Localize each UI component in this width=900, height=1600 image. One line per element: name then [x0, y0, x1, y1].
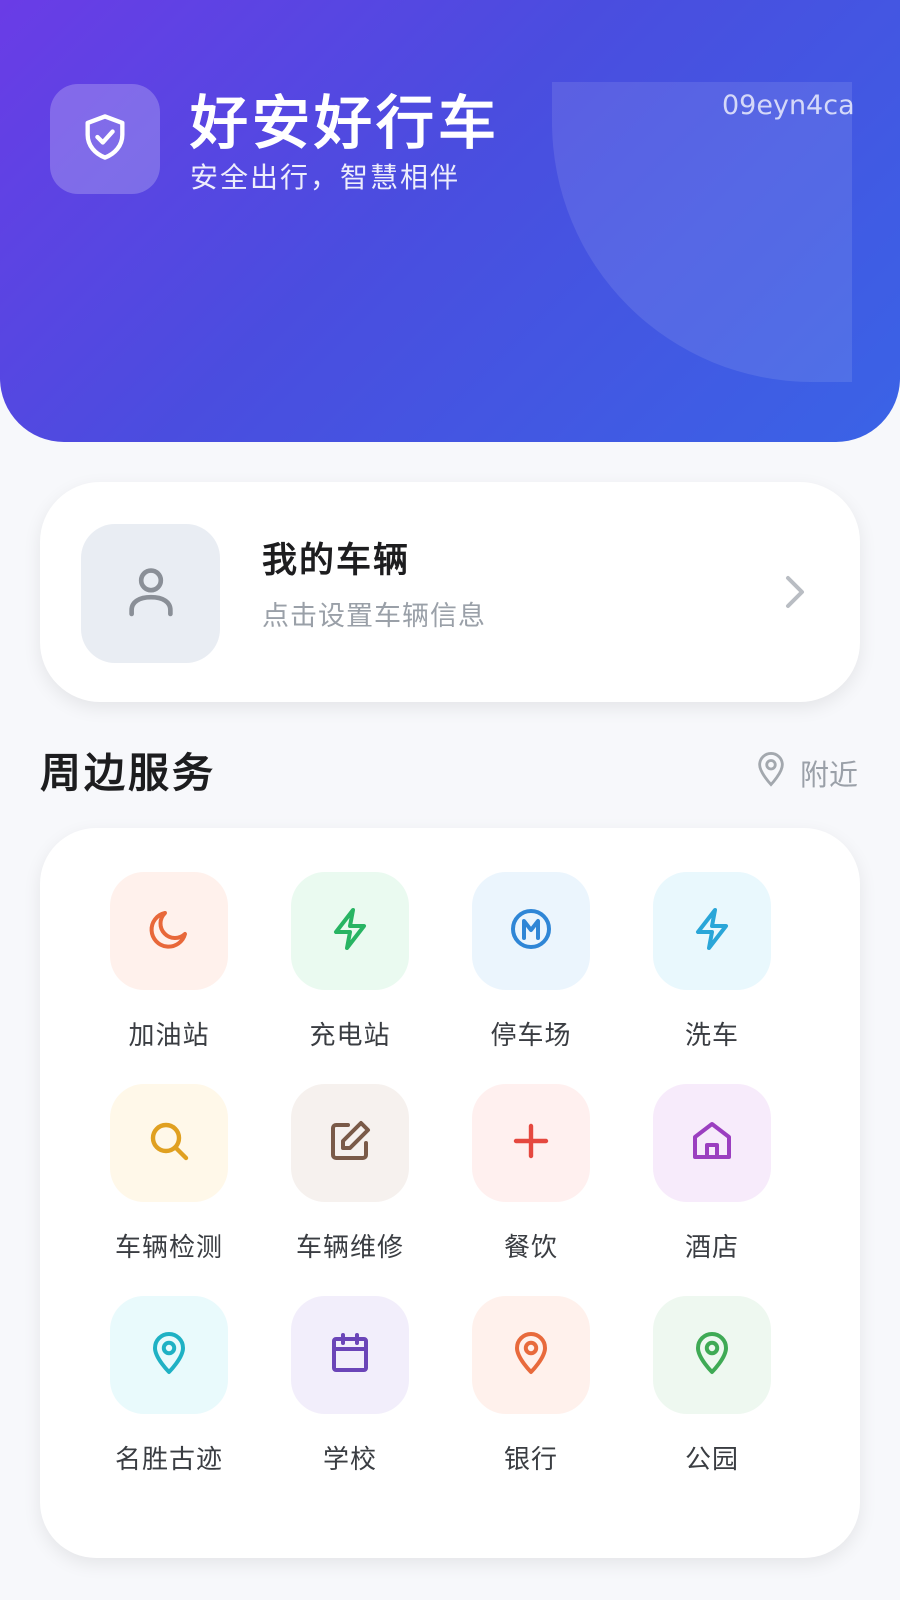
service-item[interactable]: 酒店 [619, 1084, 805, 1294]
service-tile [291, 872, 409, 990]
vehicle-title: 我的车辆 [262, 541, 411, 581]
service-label: 餐饮 [503, 1233, 558, 1263]
service-tile [110, 1296, 228, 1414]
plus-icon [507, 1117, 555, 1169]
service-tile [291, 1084, 409, 1202]
service-item[interactable]: 充电站 [257, 872, 443, 1082]
watermark-text: 09eyn4ca [722, 90, 855, 121]
location-icon [688, 1329, 736, 1381]
service-label: 停车场 [490, 1021, 572, 1051]
app-title: 好安好行车 [190, 89, 501, 157]
service-item[interactable]: 名胜古迹 [76, 1296, 262, 1506]
service-tile [653, 1296, 771, 1414]
service-label: 公园 [684, 1445, 739, 1475]
service-tile [472, 872, 590, 990]
app-header: 好安好行车 安全出行，智慧相伴 09eyn4ca [0, 0, 900, 442]
moon-icon [145, 905, 193, 957]
location-icon [507, 1329, 555, 1381]
service-tile [653, 872, 771, 990]
service-label: 酒店 [684, 1233, 739, 1263]
services-grid: 加油站 充电站 停车场 洗车车辆检测 车辆维修 餐饮 酒店名胜古迹 学校 银行 公园 [40, 828, 860, 1558]
service-tile [110, 872, 228, 990]
service-label: 银行 [503, 1445, 558, 1475]
service-item[interactable]: 车辆检测 [76, 1084, 262, 1294]
service-item[interactable]: 停车场 [438, 872, 624, 1082]
header-decoration [552, 82, 852, 382]
calendar-icon [326, 1329, 374, 1381]
service-tile [110, 1084, 228, 1202]
metro-icon [507, 905, 555, 957]
chevron-right-icon [782, 574, 806, 614]
service-label: 学校 [322, 1445, 377, 1475]
service-item[interactable]: 银行 [438, 1296, 624, 1506]
user-icon [120, 561, 182, 627]
service-item[interactable]: 洗车 [619, 872, 805, 1082]
service-tile [653, 1084, 771, 1202]
service-tile [472, 1296, 590, 1414]
nearby-filter[interactable]: 附近 [754, 750, 858, 800]
service-item[interactable]: 学校 [257, 1296, 443, 1506]
service-label: 名胜古迹 [114, 1445, 223, 1475]
shield-check-icon [79, 111, 131, 167]
edit-icon [326, 1117, 374, 1169]
service-label: 洗车 [684, 1021, 739, 1051]
service-label: 车辆维修 [295, 1233, 404, 1263]
services-card: 加油站 充电站 停车场 洗车车辆检测 车辆维修 餐饮 酒店名胜古迹 学校 银行 公园 [40, 828, 860, 1558]
service-item[interactable]: 车辆维修 [257, 1084, 443, 1294]
service-item[interactable]: 公园 [619, 1296, 805, 1506]
service-item[interactable]: 加油站 [76, 872, 262, 1082]
service-label: 加油站 [128, 1021, 210, 1051]
my-vehicle-card[interactable]: 我的车辆 点击设置车辆信息 [40, 482, 860, 702]
service-label: 充电站 [309, 1021, 391, 1051]
location-icon [145, 1329, 193, 1381]
nearby-label: 附近 [800, 758, 859, 792]
app-logo [50, 84, 160, 194]
app-subtitle: 安全出行，智慧相伴 [190, 161, 461, 194]
service-label: 车辆检测 [114, 1233, 223, 1263]
location-pin-icon [754, 750, 788, 800]
bolt-icon [326, 905, 374, 957]
service-tile [472, 1084, 590, 1202]
service-tile [291, 1296, 409, 1414]
search-icon [145, 1117, 193, 1169]
service-item[interactable]: 餐饮 [438, 1084, 624, 1294]
section-title: 周边服务 [40, 749, 216, 797]
bolt-icon [688, 905, 736, 957]
vehicle-subtitle: 点击设置车辆信息 [262, 601, 486, 632]
vehicle-avatar [81, 524, 220, 663]
home-icon [688, 1117, 736, 1169]
